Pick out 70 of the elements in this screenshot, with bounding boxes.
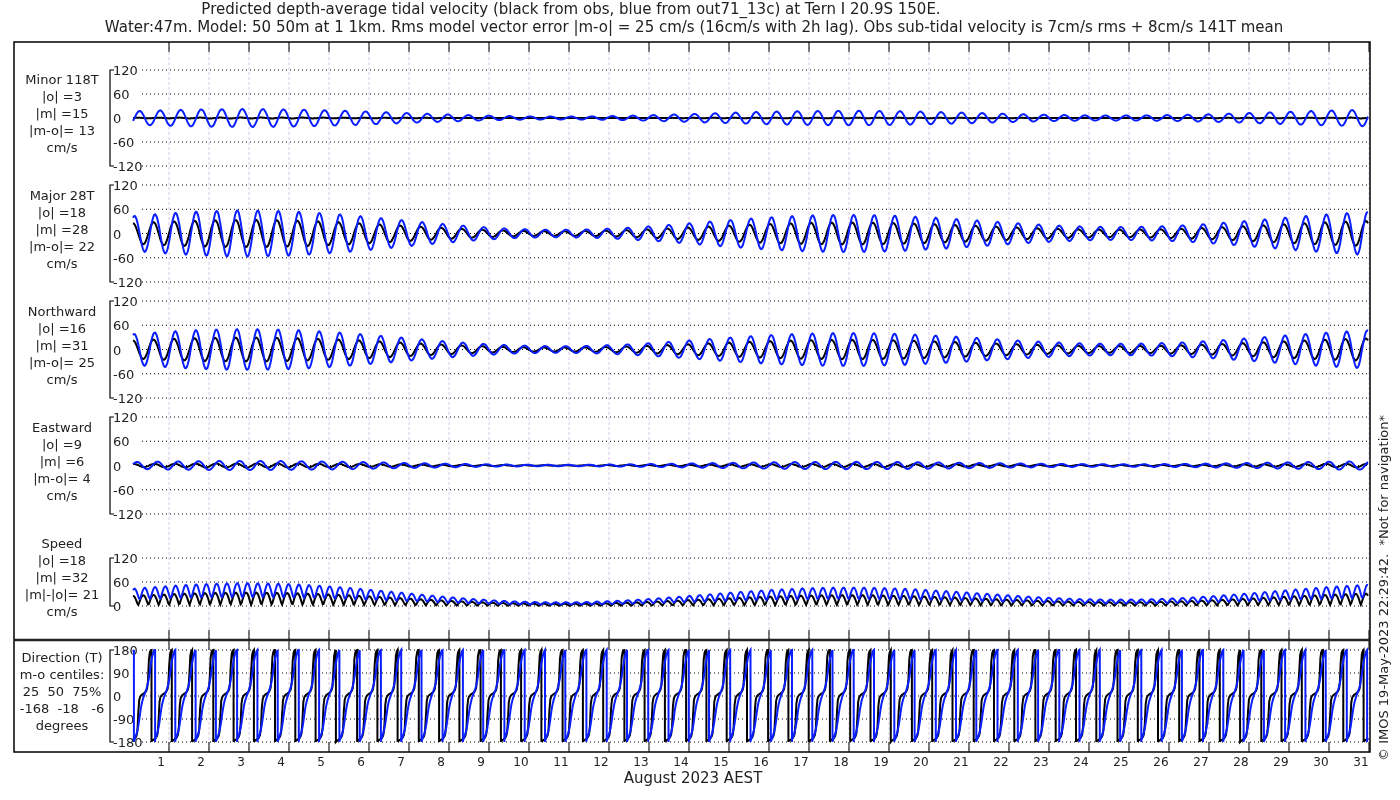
y-tick-label: -60 bbox=[113, 250, 135, 266]
y-tick-label: 60 bbox=[113, 318, 130, 334]
x-tick-label: 2 bbox=[197, 755, 205, 769]
y-tick-label: -120 bbox=[113, 391, 143, 406]
y-tick-label: 60 bbox=[113, 434, 130, 450]
y-tick-label: 0 bbox=[113, 226, 122, 242]
y-tick-label: 60 bbox=[113, 575, 130, 590]
x-tick-label: 4 bbox=[277, 755, 285, 769]
panel-stats-label: Major 28T |o| =18 |m| =28 |m-o|= 22 cm/s bbox=[29, 188, 95, 271]
y-tick-label: -60 bbox=[113, 366, 135, 382]
panel-stats-label: Eastward |o| =9 |m| =6 |m-o|= 4 cm/s bbox=[32, 420, 92, 503]
y-tick-label: 120 bbox=[113, 178, 138, 193]
x-tick-label: 17 bbox=[793, 755, 809, 769]
y-tick-label: 90 bbox=[113, 666, 130, 681]
x-tick-label: 7 bbox=[397, 755, 405, 769]
x-tick-label: 25 bbox=[1113, 755, 1129, 769]
panel-stats-label: Minor 118T |o| =3 |m| =15 |m-o|= 13 cm/s bbox=[25, 72, 99, 155]
x-tick-label: 12 bbox=[593, 755, 609, 769]
y-tick-label: -120 bbox=[113, 507, 143, 522]
x-tick-label: 21 bbox=[953, 755, 969, 769]
x-tick-label: 23 bbox=[1033, 755, 1049, 769]
x-tick-label: 1 bbox=[157, 755, 165, 769]
y-tick-label: -180 bbox=[113, 735, 143, 750]
y-tick-label: -90 bbox=[113, 712, 135, 727]
x-tick-label: 30 bbox=[1313, 755, 1329, 769]
x-tick-label: 6 bbox=[357, 755, 365, 769]
y-axis-line bbox=[109, 557, 115, 607]
y-tick-label: -60 bbox=[113, 135, 135, 150]
x-tick-label: 27 bbox=[1193, 755, 1209, 769]
panel-stats-label: Direction (T) m-o centiles: 25 50 75% -168 -18 -6 degrees bbox=[19, 650, 105, 733]
x-tick-label: 11 bbox=[553, 755, 569, 769]
y-tick-label: 120 bbox=[113, 294, 138, 309]
y-tick-label: 0 bbox=[113, 111, 122, 126]
y-tick-label: 120 bbox=[113, 410, 138, 425]
x-tick-label: 31 bbox=[1353, 755, 1369, 769]
y-tick-label: 0 bbox=[113, 689, 122, 704]
y-tick-label: 60 bbox=[113, 202, 130, 218]
y-tick-label: 120 bbox=[113, 551, 138, 566]
x-tick-label: 28 bbox=[1233, 755, 1249, 769]
y-tick-label: 60 bbox=[113, 87, 130, 102]
x-tick-label: 15 bbox=[713, 755, 729, 769]
x-tick-label: 9 bbox=[477, 755, 485, 769]
y-tick-label: 180 bbox=[113, 643, 138, 658]
y-tick-label: 0 bbox=[113, 458, 122, 474]
x-tick-label: 26 bbox=[1153, 755, 1169, 769]
panel-stats-label: Northward |o| =16 |m| =31 |m-o|= 25 cm/s bbox=[27, 304, 97, 387]
x-tick-label: 5 bbox=[317, 755, 325, 769]
y-tick-label: 120 bbox=[113, 63, 138, 78]
y-tick-label: -120 bbox=[113, 275, 143, 290]
x-tick-label: 13 bbox=[633, 755, 649, 769]
panel-stats-label: Speed |o| =18 |m| =32 |m|-|o|= 21 cm/s bbox=[24, 536, 100, 619]
x-tick-label: 3 bbox=[237, 755, 245, 769]
x-tick-label: 8 bbox=[437, 755, 445, 769]
y-tick-label: 0 bbox=[113, 342, 122, 358]
y-tick-label: 0 bbox=[113, 599, 122, 614]
chart-title: Predicted depth-average tidal velocity (black from obs, blue from out71_13c) at Tern I 20.9S 150E. bbox=[201, 0, 941, 18]
x-tick-label: 14 bbox=[673, 755, 689, 769]
x-tick-label: 24 bbox=[1073, 755, 1089, 769]
chart-title: Water:47m. Model: 50 50m at 1 1km. Rms model vector error |m-o| = 25 cm/s (16cm/s with 2h lag). Obs sub-tidal velocity is 7cm/s rms + 8cm/s 141T mean bbox=[104, 18, 1284, 36]
x-tick-label: 19 bbox=[873, 755, 889, 769]
copyright-note: © IMOS 19-May-2023 22:29:42. *Not for navigation* bbox=[1376, 415, 1391, 761]
y-tick-label: -60 bbox=[113, 482, 135, 498]
x-tick-label: 10 bbox=[513, 755, 529, 769]
x-tick-label: 20 bbox=[913, 755, 929, 769]
x-tick-label: 16 bbox=[753, 755, 769, 769]
x-tick-label: 18 bbox=[833, 755, 849, 769]
x-axis-label: August 2023 AEST bbox=[623, 769, 763, 787]
x-tick-label: 29 bbox=[1273, 755, 1289, 769]
y-tick-label: -120 bbox=[113, 159, 143, 174]
x-tick-label: 22 bbox=[993, 755, 1009, 769]
